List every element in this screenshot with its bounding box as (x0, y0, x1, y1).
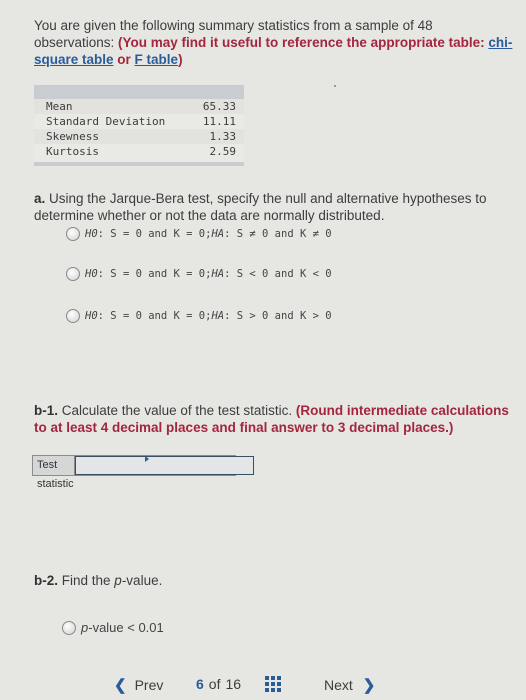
chevron-left-icon: ❮ (114, 677, 127, 694)
next-label: Next (324, 677, 353, 693)
part-b1-text: Calculate the value of the test statisti… (58, 403, 296, 418)
question-grid-icon[interactable] (265, 676, 281, 692)
prev-button[interactable]: ❮ Prev (114, 676, 163, 694)
part-b1-label: b-1. (34, 403, 59, 418)
p-value-option[interactable]: p -value < 0.01 (62, 620, 164, 635)
part-a-text: Using the Jarque-Bera test, specify the … (34, 191, 487, 223)
decorative-dot (334, 85, 336, 87)
row-value: 1.33 (209, 130, 237, 143)
table-row: Standard Deviation 11.11 (34, 114, 244, 129)
hypothesis-option-3[interactable]: H0: S = 0 and K = 0; HA: S > 0 and K > 0 (66, 309, 332, 323)
part-b2-question: b-2. Find the p-value. (34, 573, 163, 588)
hypothesis-option-2[interactable]: H0: S = 0 and K = 0; HA: S < 0 and K < 0 (66, 267, 332, 281)
row-label: Skewness (46, 130, 99, 143)
hypothesis-option-1[interactable]: H0: S = 0 and K = 0; HA: S ≠ 0 and K ≠ 0 (66, 227, 332, 241)
part-b2-label: b-2. (34, 573, 59, 588)
table-body: Mean 65.33 Standard Deviation 11.11 Skewne… (34, 99, 244, 159)
radio-button[interactable] (66, 227, 80, 241)
test-statistic-label: Test statistic (33, 456, 75, 490)
current-page: 6 (196, 676, 204, 692)
intro-paragraph: You are given the following summary stat… (34, 17, 514, 68)
row-value: 2.59 (209, 145, 237, 158)
radio-button[interactable] (66, 267, 80, 281)
part-a-question: a. Using the Jarque-Bera test, specify t… (34, 190, 514, 224)
row-value: 65.33 (202, 100, 236, 113)
summary-statistics-table: Mean 65.33 Standard Deviation 11.11 Skewne… (34, 85, 244, 166)
next-button[interactable]: Next ❯ (324, 676, 375, 694)
total-pages: 16 (225, 676, 242, 692)
radio-button[interactable] (62, 620, 76, 635)
row-label: Mean (46, 100, 73, 113)
table-row: Skewness 1.33 (34, 129, 244, 144)
page-indicator: 6 of 16 (196, 676, 242, 692)
f-table-link[interactable]: F table (135, 52, 179, 67)
row-label: Standard Deviation (46, 115, 166, 128)
chevron-right-icon: ❯ (362, 677, 376, 694)
part-a-label: a. (34, 191, 46, 206)
row-label: Kurtosis (46, 145, 99, 158)
table-row: Mean 65.33 (34, 99, 244, 114)
prev-label: Prev (134, 677, 164, 693)
radio-button[interactable] (66, 309, 80, 323)
table-footer (34, 162, 244, 166)
table-header (34, 85, 244, 99)
test-statistic-input[interactable] (74, 456, 254, 475)
row-value: 11.11 (202, 115, 236, 128)
test-statistic-row: Test statistic (32, 455, 254, 490)
table-row: Kurtosis 2.59 (34, 144, 244, 159)
input-marker-icon (145, 456, 149, 462)
part-b1-question: b-1. Calculate the value of the test sta… (34, 402, 514, 436)
